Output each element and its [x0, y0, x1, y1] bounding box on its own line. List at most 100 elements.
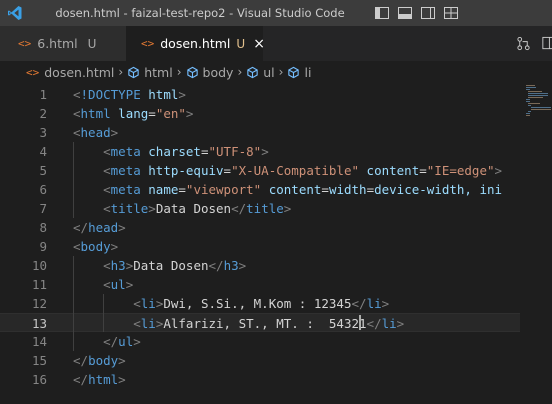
line-number: 9: [39, 239, 47, 254]
code-line[interactable]: 4 <meta charset="UTF-8">: [0, 142, 520, 161]
toggle-primary-sidebar-icon[interactable]: [374, 5, 390, 21]
code-text: <head>: [73, 125, 119, 140]
toggle-secondary-sidebar-icon[interactable]: [420, 5, 436, 21]
code-line[interactable]: 9 <body>: [0, 237, 520, 256]
code-line[interactable]: 1 <!DOCTYPE html>: [0, 85, 520, 104]
code-line[interactable]: 13 <li>Alfarizi, ST., MT. : 54321</li>: [0, 313, 520, 332]
code-text: <li>Alfarizi, ST., MT. : 54321</li>: [133, 316, 405, 331]
line-number: 5: [39, 163, 47, 178]
element-node-icon: [247, 66, 258, 78]
code-line[interactable]: 2 <html lang="en">: [0, 104, 520, 123]
html-file-icon: <>: [141, 37, 155, 50]
line-number: 4: [39, 144, 47, 159]
breadcrumb-file[interactable]: <> dosen.html: [26, 65, 114, 80]
breadcrumb: <> dosen.html › html › body › ul › li: [0, 61, 552, 83]
minimap-line: [526, 99, 531, 100]
toggle-panel-icon[interactable]: [397, 5, 413, 21]
code-line[interactable]: 8 </head>: [0, 218, 520, 237]
minimap-line: [528, 95, 549, 96]
code-line[interactable]: 11 <ul>: [0, 275, 520, 294]
indent-guide: [73, 142, 74, 218]
line-number: 16: [31, 372, 47, 387]
code-text: <li>Dwi, S.Si., M.Kom : 12345</li>: [133, 296, 390, 311]
element-node-icon: [128, 66, 139, 78]
text-cursor: [358, 315, 361, 330]
code-text: </html>: [73, 372, 126, 387]
line-number: 8: [39, 220, 47, 235]
code-line[interactable]: 6 <meta name="viewport" content=width=de…: [0, 180, 520, 199]
breadcrumb-node-label: ul: [263, 64, 275, 80]
line-number: 10: [31, 258, 47, 273]
chevron-right-icon: ›: [176, 65, 182, 79]
minimap-line: [526, 113, 531, 114]
chevron-right-icon: ›: [278, 65, 284, 79]
line-number: 3: [39, 125, 47, 140]
tab-dosen-html[interactable]: <> dosen.html U ×: [126, 26, 265, 61]
code-line[interactable]: 12 <li>Dwi, S.Si., M.Kom : 12345</li>: [0, 294, 520, 313]
tab-label: dosen.html: [160, 36, 231, 51]
code-line[interactable]: 14 </ul>: [0, 332, 520, 351]
code-text: <html lang="en">: [73, 106, 194, 121]
breadcrumb-node-html[interactable]: html: [127, 64, 173, 80]
untracked-badge: U: [236, 36, 246, 51]
code-text: <meta http-equiv="X-UA-Compatible" conte…: [103, 163, 503, 178]
minimap-line: [526, 85, 535, 86]
minimap-line: [528, 93, 549, 94]
code-text: <meta name="viewport" content=width=devi…: [103, 182, 503, 197]
code-text: </ul>: [103, 334, 141, 349]
breadcrumb-node-label: li: [304, 64, 312, 80]
line-number: 12: [31, 296, 47, 311]
element-node-icon: [288, 66, 300, 78]
line-number: 15: [31, 353, 47, 368]
minimap-line: [528, 103, 540, 104]
close-tab-icon[interactable]: ×: [253, 36, 265, 52]
line-number: 1: [39, 87, 47, 102]
code-line[interactable]: 16 </html>: [0, 370, 520, 389]
code-line[interactable]: 7 <title>Data Dosen</title>: [0, 199, 520, 218]
chevron-right-icon: ›: [237, 65, 243, 79]
minimap-line: [526, 101, 530, 102]
line-number: 11: [31, 277, 47, 292]
line-number: 6: [39, 182, 47, 197]
tab-6-html[interactable]: <> 6.html U: [0, 26, 126, 61]
html-file-icon: <>: [26, 65, 40, 79]
line-number: 2: [39, 106, 47, 121]
open-changes-icon[interactable]: [516, 36, 531, 51]
breadcrumb-node-label: body: [202, 64, 234, 80]
element-node-icon: [186, 66, 198, 78]
code-editor[interactable]: 1 <!DOCTYPE html> 2 <html lang="en"> 3 <head>…: [0, 83, 552, 404]
minimap[interactable]: [520, 83, 552, 404]
customize-layout-icon[interactable]: [443, 5, 459, 21]
code-text: <body>: [73, 239, 119, 254]
minimap-line: [528, 111, 532, 112]
code-text: <ul>: [103, 277, 134, 292]
breadcrumb-node-ul[interactable]: ul: [246, 64, 275, 80]
minimap-line: [528, 91, 542, 92]
code-line[interactable]: 3 <head>: [0, 123, 520, 142]
indent-guide: [103, 294, 105, 332]
code-line[interactable]: 15 </body>: [0, 351, 520, 370]
minimap-line: [528, 105, 531, 106]
breadcrumb-node-body[interactable]: body: [186, 64, 234, 80]
line-number: 14: [31, 334, 47, 349]
code-text: </body>: [73, 353, 126, 368]
tab-label: 6.html: [37, 36, 78, 51]
code-line[interactable]: 5 <meta http-equiv="X-UA-Compatible" con…: [0, 161, 520, 180]
code-text: <meta charset="UTF-8">: [103, 144, 269, 159]
code-text: <!DOCTYPE html>: [73, 87, 186, 102]
minimap-line: [526, 115, 531, 116]
minimap-line: [526, 89, 530, 90]
html-file-icon: <>: [18, 37, 32, 50]
code-line[interactable]: 10 <h3>Data Dosen</h3>: [0, 256, 520, 275]
code-text: <title>Data Dosen</title>: [103, 201, 292, 216]
line-number: 7: [39, 201, 47, 216]
window-title: dosen.html - faizal-test-repo2 - Visual …: [55, 6, 345, 20]
split-editor-icon[interactable]: [542, 36, 552, 51]
editor-tab-bar: <> 6.html U <> dosen.html U ×: [0, 26, 552, 61]
code-text: <h3>Data Dosen</h3>: [103, 258, 247, 273]
breadcrumb-node-li[interactable]: li: [287, 65, 311, 80]
line-number: 13: [31, 316, 47, 331]
layout-controls: [374, 5, 459, 21]
breadcrumb-file-label: dosen.html: [44, 64, 115, 80]
breadcrumb-node-label: html: [144, 64, 173, 80]
